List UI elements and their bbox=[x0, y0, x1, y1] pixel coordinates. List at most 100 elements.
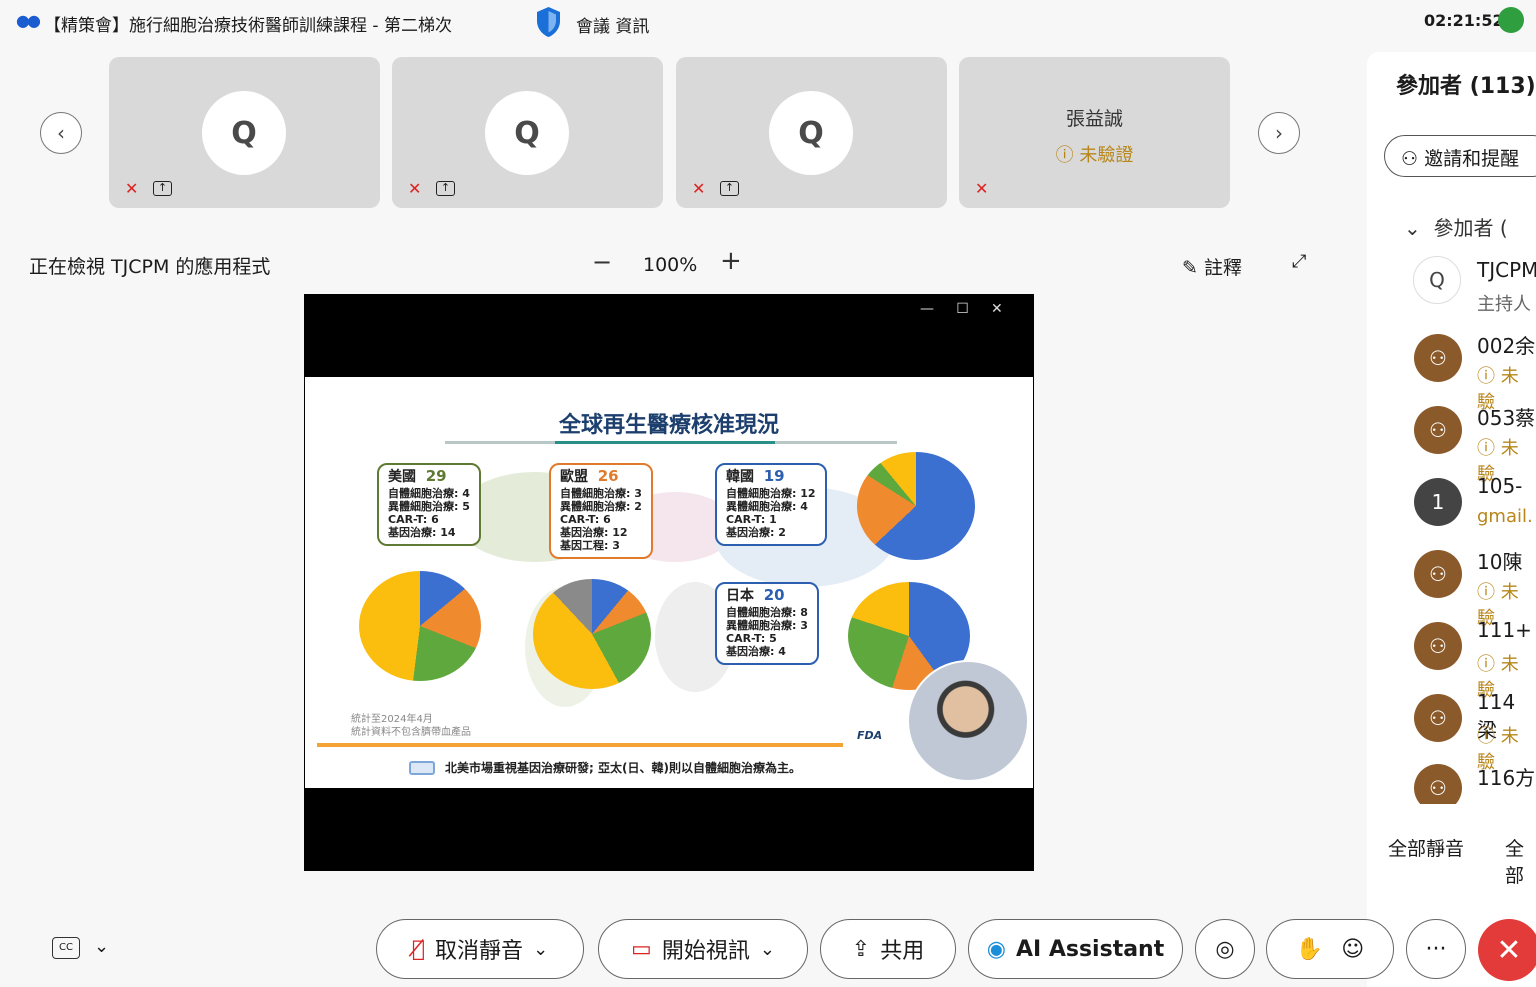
person-icon: ⚇ bbox=[1429, 634, 1447, 658]
microphone-muted-icon: ✕ bbox=[692, 179, 706, 198]
invite-label: 邀請和提醒 bbox=[1424, 148, 1520, 170]
network-signal-icon[interactable] bbox=[1498, 7, 1524, 33]
tjcpm-logo: Q bbox=[202, 91, 286, 175]
person-icon: ⚇ bbox=[1429, 346, 1447, 370]
share-button[interactable]: ⇪ 共用 bbox=[820, 919, 956, 979]
participant-name: 116方 bbox=[1477, 766, 1536, 790]
participant-name: 張益誠 bbox=[1065, 108, 1123, 130]
window-controls[interactable]: — ☐ ✕ bbox=[920, 301, 1003, 317]
korea-label: 韓國 bbox=[726, 469, 754, 485]
usa-line: 基因治療: 14 bbox=[388, 526, 456, 539]
start-video-label: 開始視訊 bbox=[661, 939, 750, 964]
usa-line: 自體細胞治療: 4 bbox=[388, 487, 470, 500]
meeting-info-button[interactable]: 會議 資訊 bbox=[576, 12, 649, 37]
participant-name: TJCPM bbox=[1477, 258, 1536, 282]
share-screen-icon: ↑ bbox=[720, 181, 739, 196]
list-fade bbox=[1367, 804, 1536, 818]
fda-logo: FDA bbox=[857, 729, 883, 742]
participant-name: 10陳 bbox=[1477, 550, 1523, 574]
invite-button[interactable]: ⚇ 邀請和提醒 bbox=[1384, 135, 1536, 177]
korea-pie-chart bbox=[857, 452, 975, 560]
participant-name: 111+ bbox=[1477, 618, 1532, 642]
participant-email: gmail. bbox=[1477, 506, 1533, 527]
video-thumbnail[interactable]: Q ✕ ↑ bbox=[109, 57, 380, 208]
tjcpm-logo: Q bbox=[769, 91, 853, 175]
share-screen-icon: ⇪ bbox=[851, 936, 871, 962]
slide-title: 全球再生醫療核准現況 bbox=[558, 413, 779, 438]
avatar: Q bbox=[1413, 256, 1461, 304]
leave-meeting-button[interactable]: ✕ bbox=[1478, 919, 1536, 981]
chevron-down-icon: ⌄ bbox=[533, 938, 549, 960]
eu-line: 基因工程: 3 bbox=[560, 539, 620, 552]
korea-line: 基因治療: 2 bbox=[726, 526, 786, 539]
unmute-all-button[interactable]: 全部 bbox=[1505, 834, 1536, 888]
participants-section[interactable]: ⌄ 參加者 ( bbox=[1404, 212, 1508, 241]
fullscreen-button[interactable]: ⤢ bbox=[1292, 251, 1306, 272]
meeting-title: 【精策會】施行細胞治療技術醫師訓練課程 - 第二梯次 bbox=[44, 16, 452, 36]
japan-line: 異體細胞治療: 3 bbox=[726, 619, 808, 632]
pen-icon: ✎ bbox=[1182, 257, 1204, 279]
close-icon: ✕ bbox=[1496, 932, 1522, 968]
usa-total: 29 bbox=[425, 467, 447, 485]
camera-off-icon: ▭ bbox=[631, 936, 652, 962]
prev-thumbnails-button[interactable]: ‹ bbox=[40, 112, 82, 154]
video-thumbnail[interactable]: Q ✕ ↑ bbox=[676, 57, 947, 208]
record-icon: ◎ bbox=[1215, 936, 1235, 962]
avatar: ⚇ bbox=[1414, 406, 1462, 454]
unmute-button[interactable]: 🎙̸ 取消靜音 ⌄ bbox=[376, 919, 584, 979]
participants-title: 參加者 (113) bbox=[1396, 74, 1536, 99]
eu-pie-chart bbox=[533, 579, 651, 689]
chevron-down-icon[interactable]: ⌄ bbox=[94, 936, 109, 957]
usa-box: 美國 29 自體細胞治療: 4 異體細胞治療: 5 CAR-T: 6 基因治療:… bbox=[377, 463, 481, 546]
usa-pie-chart bbox=[359, 571, 481, 681]
usa-label: 美國 bbox=[388, 469, 416, 485]
unverified-text: 未驗證 bbox=[1079, 145, 1134, 166]
start-video-button[interactable]: ▭ 開始視訊 ⌄ bbox=[598, 919, 808, 979]
eu-line: 自體細胞治療: 3 bbox=[560, 487, 642, 500]
next-thumbnails-button[interactable]: › bbox=[1258, 112, 1300, 154]
avatar: ⚇ bbox=[1414, 622, 1462, 670]
usa-line: CAR-T: 6 bbox=[388, 513, 439, 526]
chevron-right-icon: › bbox=[1275, 121, 1283, 145]
eu-total: 26 bbox=[597, 467, 619, 485]
person-icon: ⚇ bbox=[1429, 418, 1447, 442]
eu-box: 歐盟 26 自體細胞治療: 3 異體細胞治療: 2 CAR-T: 6 基因治療:… bbox=[549, 463, 653, 559]
participant-role: 主持人 bbox=[1477, 294, 1531, 315]
closed-captions-icon[interactable]: CC bbox=[52, 937, 80, 959]
record-button[interactable]: ◎ bbox=[1195, 919, 1255, 979]
zoom-out-button[interactable]: − bbox=[592, 248, 612, 276]
zoom-in-button[interactable]: + bbox=[720, 246, 742, 276]
section-label: 參加者 ( bbox=[1433, 216, 1508, 240]
share-screen-icon: ↑ bbox=[436, 181, 455, 196]
raise-hand-icon: ✋ bbox=[1295, 936, 1324, 962]
mute-all-button[interactable]: 全部靜音 bbox=[1388, 834, 1464, 861]
participant-name: 105- bbox=[1477, 474, 1523, 498]
annotate-button[interactable]: ✎ 註釋 bbox=[1182, 253, 1242, 280]
video-thumbnail[interactable]: 張益誠 ⓘ 未驗證 ✕ bbox=[959, 57, 1230, 208]
slide-summary: 北美市場重視基因治療研發; 亞太(日、韓)則以自體細胞治療為主。 bbox=[445, 761, 801, 775]
reactions-button[interactable]: ✋ ☺ bbox=[1266, 919, 1394, 979]
microphone-muted-icon: ✕ bbox=[408, 179, 422, 198]
eu-label: 歐盟 bbox=[560, 469, 588, 485]
korea-box: 韓國 19 自體細胞治療: 12 異體細胞治療: 4 CAR-T: 1 基因治療… bbox=[715, 463, 827, 546]
unverified-label: ⓘ 未驗證 bbox=[1055, 145, 1134, 166]
chevron-left-icon: ‹ bbox=[57, 121, 65, 145]
ai-assistant-label: AI Assistant bbox=[1015, 936, 1165, 962]
participant-name: 002余 bbox=[1477, 334, 1536, 358]
zoom-level: 100% bbox=[643, 254, 698, 276]
ai-assistant-button[interactable]: ◉ AI Assistant bbox=[968, 919, 1183, 979]
more-options-button[interactable]: ··· bbox=[1406, 919, 1466, 979]
shield-icon[interactable] bbox=[535, 6, 562, 38]
viewing-label: 正在檢視 TJCPM 的應用程式 bbox=[29, 256, 271, 278]
share-screen-icon: ↑ bbox=[153, 181, 172, 196]
person-add-icon: ⚇ bbox=[1401, 148, 1425, 170]
japan-total: 20 bbox=[763, 586, 785, 604]
annotate-label: 註釋 bbox=[1203, 257, 1242, 279]
note-line: 統計至2024年4月 bbox=[351, 714, 433, 725]
speaker-video[interactable] bbox=[907, 660, 1029, 782]
usa-line: 異體細胞治療: 5 bbox=[388, 500, 470, 513]
person-icon: ⚇ bbox=[1429, 706, 1447, 730]
video-thumbnail[interactable]: Q ✕ ↑ bbox=[392, 57, 663, 208]
eu-line: CAR-T: 6 bbox=[560, 513, 611, 526]
participant-item[interactable]: Q bbox=[1413, 256, 1461, 304]
